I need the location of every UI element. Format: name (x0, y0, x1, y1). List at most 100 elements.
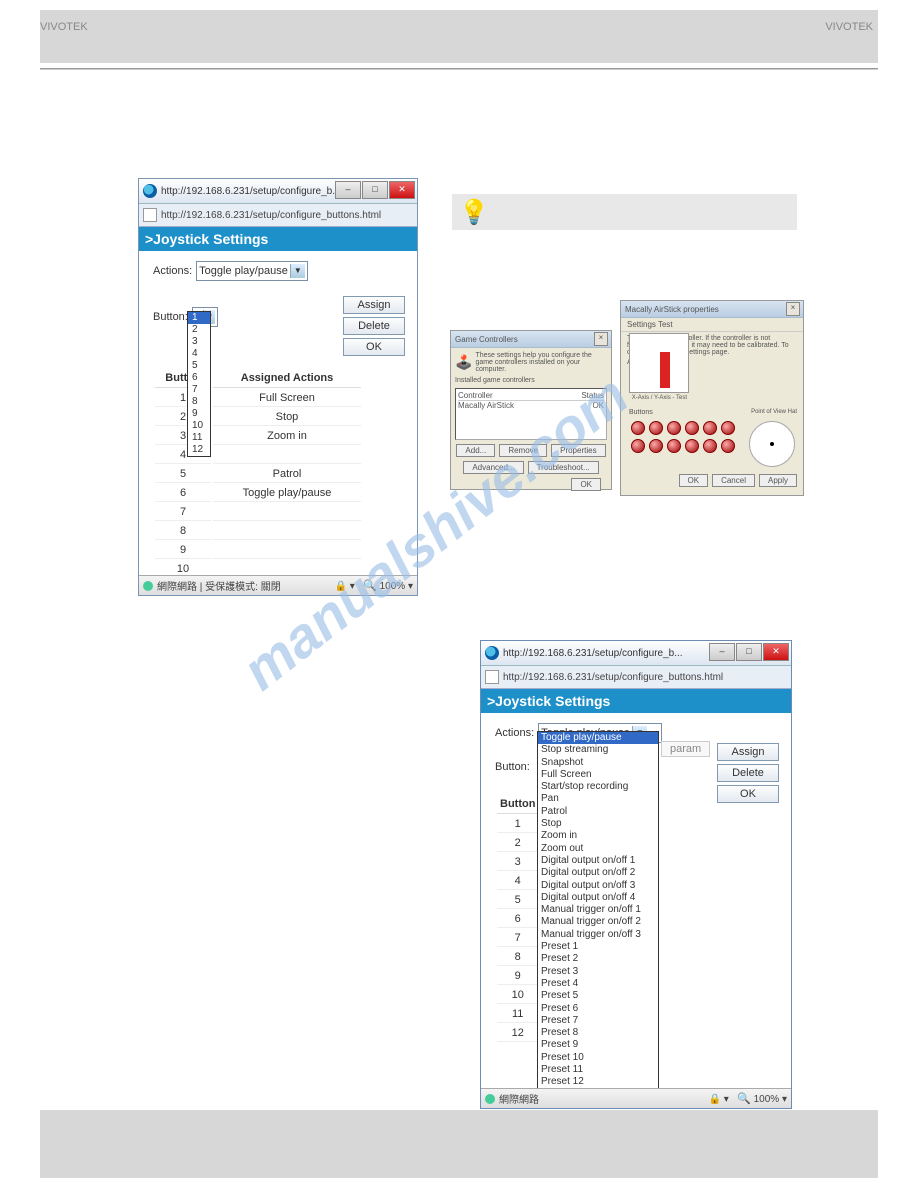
maximize-button[interactable]: □ (362, 181, 388, 199)
advanced-button[interactable]: Advanced... (463, 461, 523, 474)
magnifier-icon[interactable]: 🔍 (363, 580, 377, 592)
header-bar (40, 10, 878, 63)
delete-button[interactable]: Delete (717, 764, 779, 782)
dropdown-option[interactable]: Manual trigger on/off 2 (538, 916, 658, 928)
actions-select[interactable]: Toggle play/pause ▼ (196, 261, 308, 281)
dropdown-option[interactable]: Zoom in (538, 830, 658, 842)
dropdown-option[interactable]: Digital output on/off 1 (538, 855, 658, 867)
dropdown-option[interactable]: 10 (188, 420, 210, 432)
close-icon[interactable]: × (594, 332, 608, 346)
dropdown-option[interactable]: 5 (188, 360, 210, 372)
table-row: 8 (155, 523, 361, 540)
ie-icon (485, 646, 499, 660)
dropdown-option[interactable]: Preset 7 (538, 1015, 658, 1027)
page-heading: >Joystick Settings (481, 689, 791, 713)
dropdown-option[interactable]: Manual trigger on/off 3 (538, 929, 658, 941)
param-box: param (661, 741, 710, 757)
pov-hat (749, 421, 795, 467)
maximize-button[interactable]: □ (736, 643, 762, 661)
controller-status: OK (592, 401, 604, 410)
game-controllers-dialog: Game Controllers× 🕹️ These settings help… (450, 330, 612, 490)
dropdown-option[interactable]: Preset 3 (538, 966, 658, 978)
dropdown-option[interactable]: Preset 9 (538, 1039, 658, 1051)
address-text: http://192.168.6.231/setup/configure_but… (161, 210, 381, 221)
dropdown-option[interactable]: Zoom out (538, 843, 658, 855)
dropdown-option[interactable]: 7 (188, 384, 210, 396)
tabs[interactable]: Settings Test (621, 318, 803, 332)
assign-button[interactable]: Assign (343, 296, 405, 314)
dropdown-option[interactable]: 12 (188, 444, 210, 456)
window-titlebar: http://192.168.6.231/setup/configure_b..… (139, 179, 417, 204)
dropdown-option[interactable]: Manual trigger on/off 1 (538, 904, 658, 916)
dropdown-option[interactable]: Full Screen (538, 769, 658, 781)
dropdown-option[interactable]: Preset 2 (538, 953, 658, 965)
table-row: 5Patrol (155, 466, 361, 483)
dropdown-option[interactable]: Preset 11 (538, 1064, 658, 1076)
dropdown-option[interactable]: 3 (188, 336, 210, 348)
dropdown-option[interactable]: 8 (188, 396, 210, 408)
controllers-list[interactable]: ControllerStatus Macally AirStickOK (455, 388, 607, 440)
minimize-button[interactable]: – (709, 643, 735, 661)
table-row: 3Zoom in (155, 428, 361, 445)
add-button[interactable]: Add... (456, 444, 495, 457)
dialog-titlebar: Game Controllers× (451, 331, 611, 348)
properties-button[interactable]: Properties (551, 444, 605, 457)
close-icon[interactable]: × (786, 302, 800, 316)
remove-button[interactable]: Remove (499, 444, 547, 457)
address-text: http://192.168.6.231/setup/configure_but… (503, 672, 723, 683)
delete-button[interactable]: Delete (343, 317, 405, 335)
actions-dropdown-open[interactable]: Toggle play/pause Stop streaming Snapsho… (537, 731, 659, 1102)
table-row: 7 (155, 504, 361, 521)
address-bar[interactable]: http://192.168.6.231/setup/configure_but… (481, 666, 791, 689)
dropdown-option[interactable]: 1 (188, 312, 210, 324)
dropdown-option[interactable]: Preset 10 (538, 1052, 658, 1064)
dropdown-option[interactable]: Digital output on/off 2 (538, 867, 658, 879)
dropdown-option[interactable]: Digital output on/off 3 (538, 880, 658, 892)
dropdown-option[interactable]: Preset 12 (538, 1076, 658, 1088)
dropdown-option[interactable]: 2 (188, 324, 210, 336)
zoom-level: 100% (380, 581, 406, 592)
close-button[interactable]: ✕ (389, 181, 415, 199)
actions-label: Actions: (495, 727, 534, 739)
col-controller: Controller (458, 391, 493, 400)
dropdown-option[interactable]: Patrol (538, 806, 658, 818)
assign-button[interactable]: Assign (717, 743, 779, 761)
dropdown-option[interactable]: Preset 8 (538, 1027, 658, 1039)
cancel-button[interactable]: Cancel (712, 474, 755, 487)
ok-button[interactable]: OK (343, 338, 405, 356)
internet-zone-icon (143, 581, 153, 591)
dropdown-option[interactable]: Preset 4 (538, 978, 658, 990)
controller-name[interactable]: Macally AirStick (458, 401, 514, 410)
dropdown-option[interactable]: Preset 5 (538, 990, 658, 1002)
ok-button[interactable]: OK (717, 785, 779, 803)
dropdown-option[interactable]: 4 (188, 348, 210, 360)
apply-button[interactable]: Apply (759, 474, 797, 487)
dropdown-option[interactable]: Stop (538, 818, 658, 830)
ok-button[interactable]: OK (679, 474, 709, 487)
dropdown-option[interactable]: Snapshot (538, 757, 658, 769)
dropdown-option[interactable]: Stop streaming (538, 744, 658, 756)
troubleshoot-button[interactable]: Troubleshoot... (528, 461, 599, 474)
dropdown-option[interactable]: Preset 6 (538, 1003, 658, 1015)
browser-window-1: http://192.168.6.231/setup/configure_b..… (138, 178, 418, 596)
axes-box (629, 333, 689, 393)
magnifier-icon[interactable]: 🔍 (737, 1093, 751, 1105)
close-button[interactable]: ✕ (763, 643, 789, 661)
window-title: http://192.168.6.231/setup/configure_b..… (503, 648, 683, 659)
dropdown-option[interactable]: 9 (188, 408, 210, 420)
dropdown-option[interactable]: Start/stop recording (538, 781, 658, 793)
dropdown-option[interactable]: Toggle play/pause (538, 732, 658, 744)
dropdown-option[interactable]: 6 (188, 372, 210, 384)
browser-window-2: http://192.168.6.231/setup/configure_b..… (480, 640, 792, 1109)
button-label: Button: (495, 761, 530, 773)
dropdown-option[interactable]: Digital output on/off 4 (538, 892, 658, 904)
ok-button[interactable]: OK (571, 478, 601, 491)
dropdown-option[interactable]: 11 (188, 432, 210, 444)
minimize-button[interactable]: – (335, 181, 361, 199)
actions-value: Toggle play/pause (199, 265, 288, 277)
dropdown-option[interactable]: Pan (538, 793, 658, 805)
button-number-dropdown[interactable]: 1 2 3 4 5 6 7 8 9 10 11 12 (187, 311, 211, 457)
dropdown-option[interactable]: Preset 1 (538, 941, 658, 953)
table-row: 6Toggle play/pause (155, 485, 361, 502)
address-bar[interactable]: http://192.168.6.231/setup/configure_but… (139, 204, 417, 227)
